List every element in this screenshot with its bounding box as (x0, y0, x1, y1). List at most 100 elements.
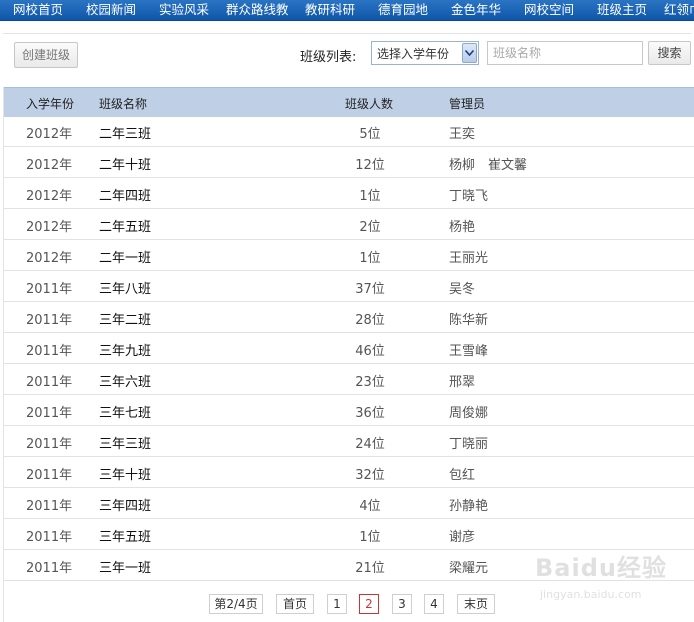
cell-enrollment-year: 2011年 (26, 468, 73, 483)
cell-enrollment-year: 2011年 (26, 530, 73, 545)
cell-class-size: 21位 (355, 561, 385, 576)
table-header: 入学年份 班级名称 班级人数 管理员 (4, 87, 694, 117)
cell-class-size: 2位 (359, 220, 381, 235)
cell-admin: 陈华新 (449, 313, 489, 328)
cell-admin: 吴冬 (449, 282, 476, 297)
nav-item-moral-education[interactable]: 德育园地 (378, 1, 428, 19)
cell-enrollment-year: 2011年 (26, 437, 73, 452)
cell-class-name[interactable]: 三年八班 (99, 278, 151, 297)
table-row: 2011年 三年五班 1位 谢彦 (4, 519, 694, 550)
cell-admin: 邢翠 (449, 375, 476, 390)
baidu-watermark: Baidu经验 jingyan.baidu.com (535, 548, 694, 612)
header-admin: 管理员 (449, 97, 486, 111)
cell-class-size: 46位 (355, 344, 385, 359)
cell-admin: 孙静艳 (449, 499, 489, 514)
cell-class-name[interactable]: 三年二班 (99, 309, 151, 328)
cell-class-name[interactable]: 三年一班 (99, 557, 151, 576)
watermark-logo: Baidu经验 (535, 554, 667, 582)
cell-admin: 梁耀元 (449, 561, 489, 576)
cell-class-name[interactable]: 二年一班 (99, 247, 151, 266)
page-link-2-current[interactable]: 2 (359, 594, 379, 614)
cell-class-name[interactable]: 三年六班 (99, 371, 151, 390)
cell-class-name[interactable]: 二年三班 (99, 123, 151, 142)
nav-item-school-space[interactable]: 网校空间 (524, 1, 574, 19)
cell-class-size: 1位 (359, 530, 381, 545)
cell-enrollment-year: 2012年 (26, 189, 73, 204)
nav-item-red-scarf[interactable]: 红领巾 (664, 1, 694, 19)
table-row: 2012年 二年三班 5位 王奕 (4, 116, 694, 147)
table-row: 2011年 三年四班 4位 孙静艳 (4, 488, 694, 519)
cell-class-size: 37位 (355, 282, 385, 297)
cell-class-name[interactable]: 二年十班 (99, 154, 151, 173)
page-info: 第2/4页 (209, 594, 263, 614)
cell-class-size: 24位 (355, 437, 385, 452)
cell-enrollment-year: 2011年 (26, 282, 73, 297)
page-link-3[interactable]: 3 (392, 594, 412, 614)
nav-item-campus-news[interactable]: 校园新闻 (86, 1, 136, 19)
cell-class-size: 28位 (355, 313, 385, 328)
cell-enrollment-year: 2011年 (26, 313, 73, 328)
cell-enrollment-year: 2011年 (26, 499, 73, 514)
first-page-link[interactable]: 首页 (276, 594, 314, 614)
cell-admin: 王奕 (449, 127, 476, 142)
cell-admin: 谢彦 (449, 530, 476, 545)
table-row: 2011年 三年八班 37位 吴冬 (4, 271, 694, 302)
class-toolbar: 创建班级 班级列表: 选择入学年份 搜索 (3, 33, 691, 76)
cell-enrollment-year: 2011年 (26, 375, 73, 390)
header-class-size: 班级人数 (345, 97, 394, 111)
table-row: 2012年 二年四班 1位 丁晓飞 (4, 178, 694, 209)
table-row: 2011年 三年十班 32位 包红 (4, 457, 694, 488)
page-link-1[interactable]: 1 (327, 594, 347, 614)
cell-admin: 杨柳 崔文馨 (449, 158, 528, 173)
nav-item-experiment[interactable]: 实验风采 (159, 1, 209, 19)
table-row: 2011年 三年六班 23位 邢翠 (4, 364, 694, 395)
table-row: 2012年 二年十班 12位 杨柳 崔文馨 (4, 147, 694, 178)
cell-class-size: 12位 (355, 158, 385, 173)
table-row: 2011年 三年三班 24位 丁晓丽 (4, 426, 694, 457)
cell-class-size: 36位 (355, 406, 385, 421)
cell-class-name[interactable]: 三年十班 (99, 464, 151, 483)
nav-item-research[interactable]: 教研科研 (305, 1, 355, 19)
table-row: 2011年 三年九班 46位 王雪峰 (4, 333, 694, 364)
cell-class-size: 23位 (355, 375, 385, 390)
header-class-name: 班级名称 (99, 97, 148, 111)
watermark-url: jingyan.baidu.com (540, 588, 642, 601)
cell-admin: 丁晓丽 (449, 437, 489, 452)
table-row: 2011年 三年七班 36位 周俊娜 (4, 395, 694, 426)
cell-admin: 王雪峰 (449, 344, 489, 359)
cell-class-name[interactable]: 三年三班 (99, 433, 151, 452)
nav-item-mass-line[interactable]: 群众路线教 (226, 1, 289, 19)
cell-enrollment-year: 2012年 (26, 127, 73, 142)
cell-class-name[interactable]: 二年四班 (99, 185, 151, 204)
last-page-link[interactable]: 末页 (457, 594, 495, 614)
class-name-input[interactable] (487, 41, 643, 65)
cell-admin: 丁晓飞 (449, 189, 489, 204)
page-link-4[interactable]: 4 (424, 594, 444, 614)
nav-item-home[interactable]: 网校首页 (13, 1, 63, 19)
create-class-button[interactable]: 创建班级 (14, 42, 78, 68)
nav-item-class-home[interactable]: 班级主页 (597, 1, 647, 19)
search-button[interactable]: 搜索 (648, 41, 691, 65)
table-row: 2012年 二年五班 2位 杨艳 (4, 209, 694, 240)
table-row: 2011年 三年二班 28位 陈华新 (4, 302, 694, 333)
class-list-label: 班级列表: (300, 50, 357, 65)
table-row: 2012年 二年一班 1位 王丽光 (4, 240, 694, 271)
cell-class-size: 5位 (359, 127, 381, 142)
class-table: 入学年份 班级名称 班级人数 管理员 2012年 二年三班 5位 王奕 2012年 二年十… (3, 87, 694, 622)
cell-class-name[interactable]: 三年九班 (99, 340, 151, 359)
cell-class-name[interactable]: 三年五班 (99, 526, 151, 545)
chevron-down-icon[interactable] (462, 43, 477, 63)
cell-enrollment-year: 2011年 (26, 406, 73, 421)
cell-admin: 杨艳 (449, 220, 476, 235)
cell-class-size: 4位 (359, 499, 381, 514)
header-enrollment-year: 入学年份 (26, 97, 75, 111)
cell-enrollment-year: 2012年 (26, 220, 73, 235)
cell-class-name[interactable]: 二年五班 (99, 216, 151, 235)
cell-enrollment-year: 2011年 (26, 561, 73, 576)
enrollment-year-select[interactable]: 选择入学年份 (371, 41, 479, 65)
cell-enrollment-year: 2012年 (26, 251, 73, 266)
nav-item-golden-years[interactable]: 金色年华 (451, 1, 501, 19)
cell-class-name[interactable]: 三年七班 (99, 402, 151, 421)
cell-class-size: 1位 (359, 251, 381, 266)
cell-class-name[interactable]: 三年四班 (99, 495, 151, 514)
